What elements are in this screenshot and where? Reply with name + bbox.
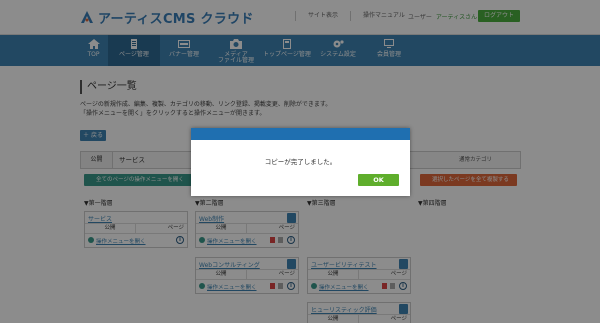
copy-complete-dialog: コピーが完了しました。 OK [191,128,410,196]
ok-button[interactable]: OK [358,174,399,186]
dialog-message: コピーが完了しました。 [264,158,337,166]
dialog-header [191,128,410,140]
